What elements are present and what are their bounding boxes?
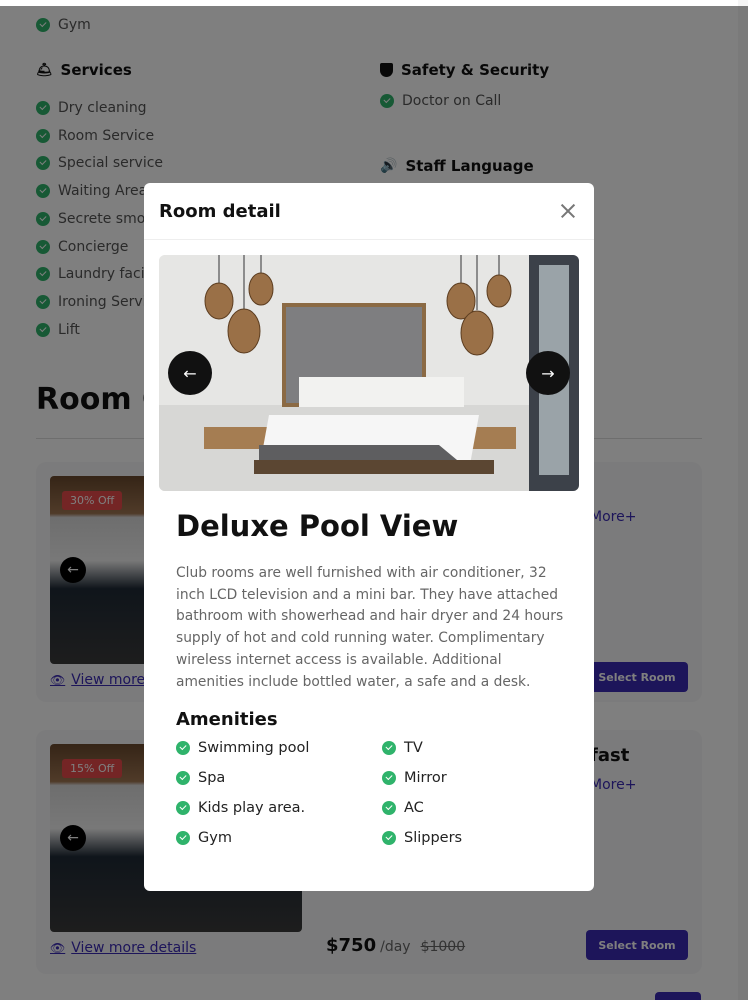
check-icon xyxy=(176,830,190,845)
amenities-list: Swimming pool TV Spa Mirror Kids play area. A… xyxy=(176,739,556,846)
close-icon[interactable] xyxy=(556,199,580,223)
modal-header: Room detail xyxy=(144,183,594,240)
arrow-left-icon[interactable]: ← xyxy=(168,351,212,395)
check-icon xyxy=(382,770,396,785)
room-image-carousel: ← → xyxy=(159,255,579,491)
room-detail-modal: Room detail ← → Deluxe Pool View Club ro… xyxy=(144,183,594,891)
room-name: Deluxe Pool View xyxy=(176,509,459,543)
amenity-item: Mirror xyxy=(382,769,556,786)
amenity-item: TV xyxy=(382,739,556,756)
amenity-item: Spa xyxy=(176,769,382,786)
bedroom-photo xyxy=(159,255,579,491)
check-icon xyxy=(176,770,190,785)
check-icon xyxy=(382,800,396,815)
room-description: Club rooms are well furnished with air c… xyxy=(176,565,564,690)
amenity-item: Kids play area. xyxy=(176,799,382,816)
arrow-right-icon[interactable]: → xyxy=(526,351,570,395)
amenities-heading: Amenities xyxy=(176,709,278,730)
amenity-item: Gym xyxy=(176,829,382,846)
check-icon xyxy=(176,740,190,755)
check-icon xyxy=(176,800,190,815)
check-icon xyxy=(382,740,396,755)
check-icon xyxy=(382,830,396,845)
amenity-item: AC xyxy=(382,799,556,816)
amenity-item: Slippers xyxy=(382,829,556,846)
amenity-item: Swimming pool xyxy=(176,739,382,756)
modal-title: Room detail xyxy=(159,200,281,222)
